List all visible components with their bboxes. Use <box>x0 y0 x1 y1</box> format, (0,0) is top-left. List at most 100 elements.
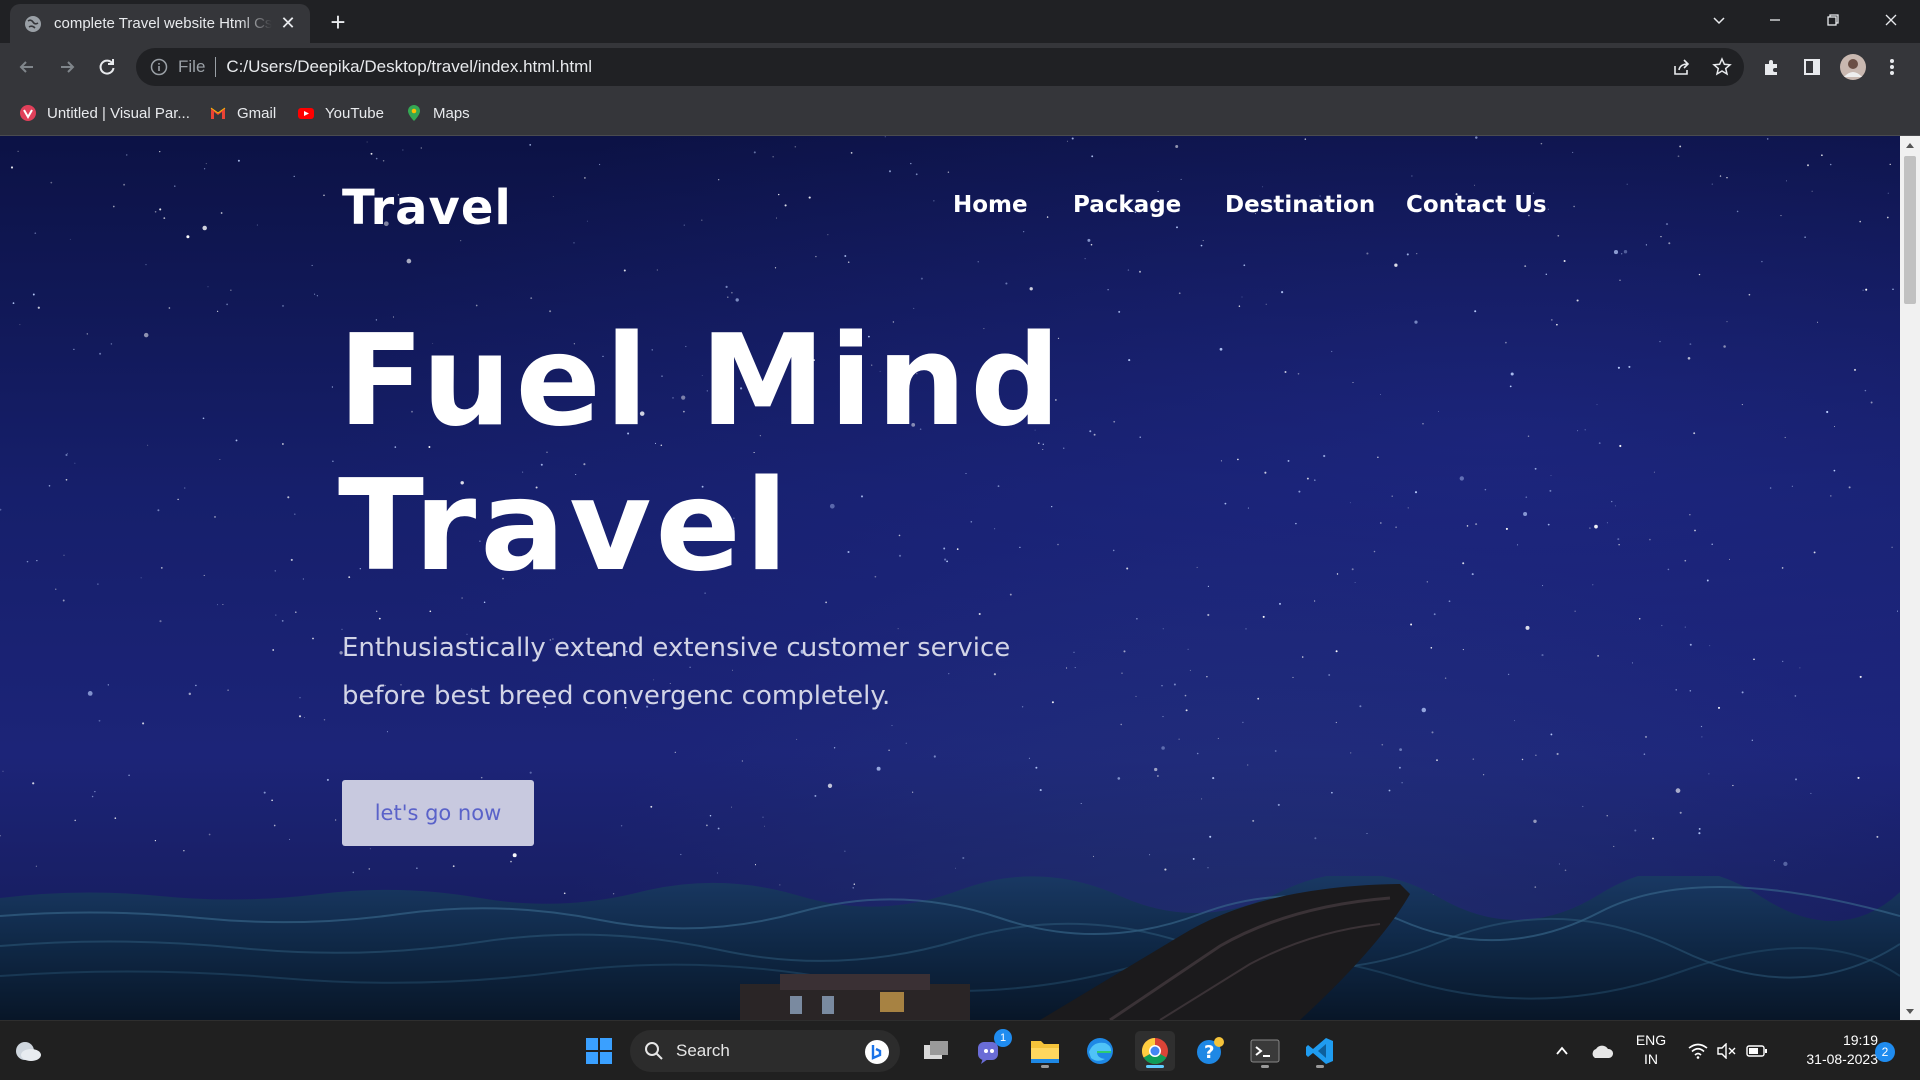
star <box>1706 579 1709 582</box>
page-scrollbar[interactable] <box>1900 136 1920 1020</box>
star <box>1092 855 1094 857</box>
nav-link-package[interactable]: Package <box>1073 192 1181 218</box>
star <box>203 574 205 576</box>
minimize-icon[interactable] <box>1752 0 1798 40</box>
vscode-icon[interactable] <box>1300 1031 1340 1071</box>
star <box>1180 178 1182 180</box>
star <box>1297 373 1300 375</box>
star <box>1120 723 1122 726</box>
close-window-icon[interactable] <box>1868 0 1914 40</box>
star <box>1087 238 1091 242</box>
forward-icon[interactable] <box>51 51 83 83</box>
star <box>1306 477 1309 480</box>
nav-link-home[interactable]: Home <box>953 192 1028 218</box>
star <box>1350 752 1352 754</box>
reload-icon[interactable] <box>91 51 123 83</box>
star <box>37 306 40 309</box>
bookmark-gmail[interactable]: Gmail <box>209 100 276 126</box>
battery-icon[interactable] <box>1737 1031 1777 1071</box>
lets-go-now-button[interactable]: let's go now <box>342 780 534 846</box>
star <box>1366 833 1368 835</box>
visual-paradigm-icon <box>20 105 36 121</box>
bookmark-visual-paradigm[interactable]: Untitled | Visual Par... <box>19 100 190 126</box>
star <box>778 193 780 196</box>
nav-link-destination[interactable]: Destination <box>1225 192 1375 218</box>
task-view-icon[interactable] <box>916 1031 956 1071</box>
url-scheme: File <box>178 57 206 76</box>
chevron-up-icon[interactable] <box>1542 1031 1582 1071</box>
star <box>1784 436 1786 439</box>
star <box>1675 689 1677 691</box>
bookmark-star-icon[interactable] <box>1706 51 1738 83</box>
star <box>1505 527 1508 530</box>
star <box>290 558 293 561</box>
share-icon[interactable] <box>1666 51 1698 83</box>
hero-title-line: Fuel Mind <box>338 307 1065 454</box>
taskbar-search[interactable]: Search <box>630 1030 900 1072</box>
extensions-icon[interactable] <box>1756 51 1788 83</box>
scroll-up-icon[interactable] <box>1900 136 1920 153</box>
scroll-down-icon[interactable] <box>1900 1003 1920 1020</box>
star <box>1433 613 1436 616</box>
star <box>1071 137 1074 140</box>
new-tab-button[interactable]: + <box>324 8 352 36</box>
scrollbar-thumb[interactable] <box>1904 156 1916 304</box>
star <box>1577 430 1579 432</box>
menu-icon[interactable] <box>1876 51 1908 83</box>
star <box>1617 366 1620 369</box>
back-icon[interactable] <box>11 51 43 83</box>
star <box>1459 476 1464 481</box>
star <box>620 825 623 827</box>
star <box>762 816 764 818</box>
chrome-icon[interactable] <box>1135 1031 1175 1071</box>
bookmark-maps[interactable]: Maps <box>405 100 470 126</box>
star <box>1619 444 1622 448</box>
info-icon[interactable] <box>150 58 168 76</box>
profile-avatar[interactable] <box>1837 51 1869 83</box>
weather-widget-icon[interactable] <box>8 1031 48 1071</box>
star <box>772 156 774 158</box>
star <box>1243 264 1246 267</box>
close-tab-icon[interactable]: ✕ <box>278 13 298 34</box>
side-panel-icon[interactable] <box>1796 51 1828 83</box>
star <box>1542 585 1544 587</box>
clock[interactable]: 19:19 31-08-2023 <box>1778 1031 1878 1069</box>
star <box>1471 573 1474 576</box>
star <box>370 152 373 155</box>
star <box>1621 253 1623 255</box>
star <box>1295 522 1297 525</box>
terminal-icon[interactable] <box>1245 1031 1285 1071</box>
star <box>1406 253 1409 256</box>
restore-icon[interactable] <box>1810 0 1856 40</box>
bookmark-youtube[interactable]: YouTube <box>297 100 384 126</box>
site-logo[interactable]: Travel <box>342 180 512 236</box>
start-icon[interactable] <box>579 1031 619 1071</box>
browser-tab[interactable]: complete Travel website Html Css ✕ <box>10 4 310 43</box>
star <box>289 838 291 840</box>
star <box>230 289 232 291</box>
address-bar[interactable]: File C:/Users/Deepika/Desktop/travel/ind… <box>136 48 1744 86</box>
star <box>19 324 21 326</box>
star <box>1535 754 1537 756</box>
tab-search-icon[interactable] <box>1696 0 1742 40</box>
star <box>386 731 388 733</box>
star <box>1698 832 1701 835</box>
file-explorer-icon[interactable] <box>1025 1031 1065 1071</box>
star <box>1876 835 1879 838</box>
star <box>34 232 37 235</box>
bing-icon[interactable] <box>864 1039 890 1065</box>
teams-chat-icon[interactable]: 1 <box>970 1029 1012 1071</box>
star <box>1023 231 1025 233</box>
star <box>1039 789 1042 792</box>
star <box>256 224 258 226</box>
onedrive-icon[interactable] <box>1582 1031 1622 1071</box>
edge-icon[interactable] <box>1080 1031 1120 1071</box>
get-help-icon[interactable]: ? <box>1190 1031 1230 1071</box>
star <box>205 163 207 165</box>
notification-badge[interactable]: 2 <box>1875 1042 1895 1062</box>
star <box>26 560 29 563</box>
language-indicator[interactable]: ENG IN <box>1630 1031 1672 1069</box>
url-text[interactable]: C:/Users/Deepika/Desktop/travel/index.ht… <box>226 57 592 77</box>
nav-link-contact[interactable]: Contact Us <box>1406 192 1547 218</box>
star <box>402 149 404 151</box>
